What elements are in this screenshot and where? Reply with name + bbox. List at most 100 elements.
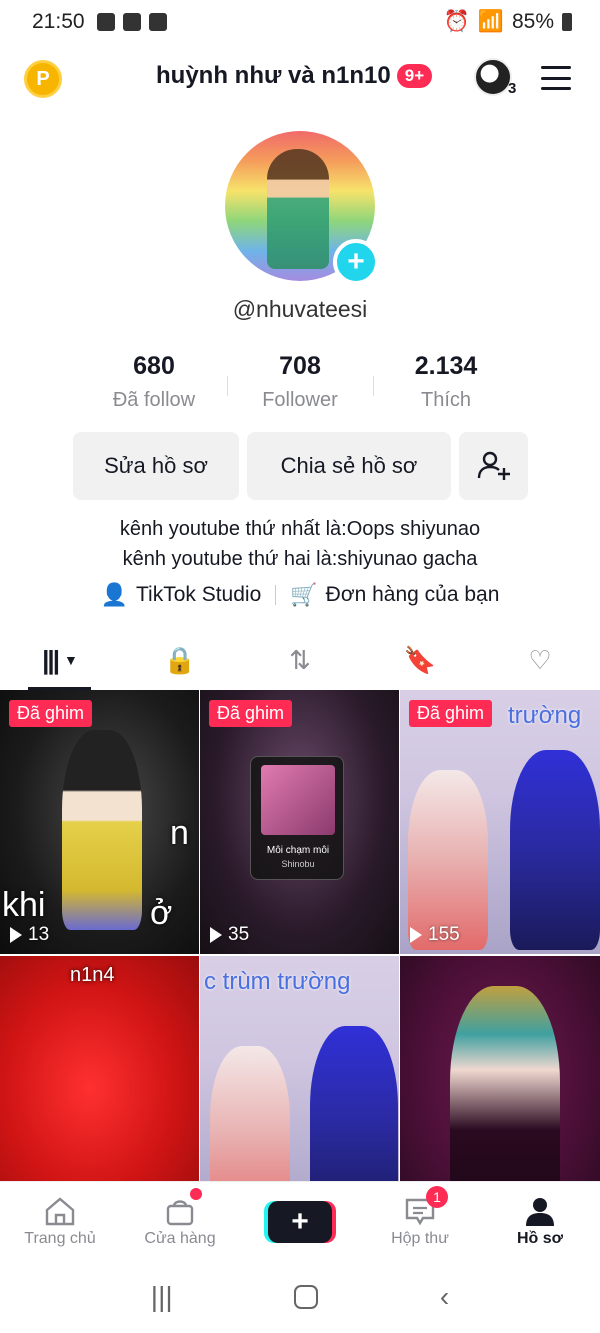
video-thumbnail[interactable]: trường Đã ghim 155 [400,690,600,954]
caption-overlay: khi [2,886,46,924]
status-time: 21:50 [32,10,85,33]
tab-liked[interactable]: ♡ [480,630,600,690]
points-icon[interactable]: P [24,60,62,98]
music-cover [261,765,335,835]
checkbox-icon [148,13,167,31]
video-grid: Đã ghim n khi ở 13 Môi chạm môi Shinobu … [0,690,600,1220]
account-switcher[interactable]: huỳnh như và n1n10 9+ [156,62,433,90]
music-card: Môi chạm môi Shinobu [250,756,344,880]
add-user-icon [477,451,510,480]
nav-shop[interactable]: Cửa hàng [120,1182,240,1261]
bio-line: kênh youtube thứ hai là:shiyunao gacha [122,548,478,570]
home-circle-icon[interactable] [294,1285,319,1309]
bookmark-hidden-icon: 🔖 [403,644,437,675]
bio-line: kênh youtube thứ nhất là:Oops shiyunao [119,518,481,540]
pinned-badge: Đã ghim [209,700,293,727]
divider [275,585,277,605]
video-thumbnail[interactable]: Đã ghim n khi ở 13 [0,690,199,954]
profile-title: huỳnh như và n1n10 [156,62,391,89]
nav-label: Hộp thư [391,1229,449,1247]
account-avatar[interactable] [474,58,512,96]
stat-followers[interactable]: 708 Follower [228,352,373,412]
wifi-icon: 📶 [477,10,504,33]
profile-bio: kênh youtube thứ nhất là:Oops shiyunao k… [0,514,600,574]
new-dot [190,1188,202,1200]
caption-overlay: n [170,814,189,852]
status-right-icons: ⏰ 📶 85% [444,10,572,34]
studio-icon: 👤 [100,582,128,607]
cart-icon: 🛒 [290,582,318,607]
orders-link[interactable]: 🛒 Đơn hàng của bạn [290,582,499,608]
view-count-value: 155 [428,924,460,945]
alarm-icon: ⏰ [443,10,470,33]
status-bar: 21:50 ⏰ 📶 85% [0,0,600,44]
tab-videos[interactable]: ||| ▼ [0,630,120,690]
nav-label: Trang chủ [24,1229,96,1247]
add-avatar-button[interactable]: + [333,239,379,285]
profile-actions: Sửa hồ sơ Chia sẻ hồ sơ [73,432,528,500]
tab-reposts[interactable]: ⇅ [240,630,360,690]
add-friend-button[interactable] [459,432,528,500]
repost-icon: ⇅ [289,644,311,675]
music-title: Môi chạm môi [266,845,330,856]
battery-icon [562,13,572,31]
nav-label: Hồ sơ [516,1229,564,1247]
recents-icon[interactable]: ||| [151,1281,173,1313]
tab-saved[interactable]: 🔖 [360,630,480,690]
nav-create[interactable]: + [240,1182,360,1261]
nav-home[interactable]: Trang chủ [0,1182,120,1261]
profile-links: 👤 TikTok Studio 🛒 Đơn hàng của bạn [0,582,600,608]
chevron-down-icon: ▼ [63,652,78,668]
pinned-badge: Đã ghim [409,700,493,727]
view-count-value: 35 [228,924,250,945]
edit-profile-button[interactable]: Sửa hồ sơ [73,432,239,500]
studio-label: TikTok Studio [135,583,262,606]
caption-overlay: c trùm trường [204,968,351,995]
tiktok-studio-link[interactable]: 👤 TikTok Studio [101,582,262,608]
nav-inbox[interactable]: 1 Hộp thư [360,1182,480,1261]
battery-level: 85% [511,10,554,33]
shopping-bag-icon [163,1196,197,1226]
music-artist: Shinobu [281,859,315,869]
stat-value: 680 [133,352,175,380]
play-icon [210,927,222,943]
share-profile-button[interactable]: Chia sẻ hồ sơ [247,432,451,500]
caption-overlay: n1n4 [70,964,115,986]
caption-overlay: ở [150,894,173,932]
nav-label: Cửa hàng [144,1229,216,1247]
person-icon [523,1196,557,1226]
back-icon[interactable]: ‹ [440,1281,449,1313]
account-count: 3 [508,80,517,97]
menu-icon[interactable] [541,66,571,90]
username: @nhuvateesi [232,296,368,322]
play-icon [410,927,422,943]
profile-stats: 680 Đã follow 708 Follower 2.134 Thích [0,352,600,412]
stat-value: 2.134 [414,352,478,380]
gallery-icon [96,13,115,31]
nav-profile[interactable]: Hồ sơ [480,1182,600,1261]
tab-private[interactable]: 🔒 [120,630,240,690]
pinned-badge: Đã ghim [9,700,93,727]
create-plus-icon: + [268,1200,332,1243]
stat-likes[interactable]: 2.134 Thích [374,352,519,412]
heart-hidden-icon: ♡ [528,644,552,675]
video-icon [122,13,141,31]
stat-value: 708 [279,352,321,380]
video-thumbnail[interactable]: Môi chạm môi Shinobu Đã ghim 35 [200,690,399,954]
stat-label: Đã follow [112,389,196,411]
bottom-nav: Trang chủ Cửa hàng + 1 Hộp thư Hồ sơ [0,1181,600,1261]
stat-label: Thích [420,389,472,411]
thumbnail-character [510,750,600,950]
play-icon [10,927,22,943]
content-tabs: ||| ▼ 🔒 ⇅ 🔖 ♡ [0,630,600,690]
inbox-badge: 1 [426,1186,448,1208]
avatar-character [267,149,329,269]
view-count: 13 [10,924,49,946]
grid-icon: ||| [42,644,60,675]
stat-following[interactable]: 680 Đã follow [82,352,227,412]
profile-header: P huỳnh như và n1n10 9+ 3 [0,52,600,108]
view-count-value: 13 [28,924,50,945]
stat-label: Follower [262,389,338,411]
orders-label: Đơn hàng của bạn [325,583,500,606]
points-label: P [36,67,50,90]
